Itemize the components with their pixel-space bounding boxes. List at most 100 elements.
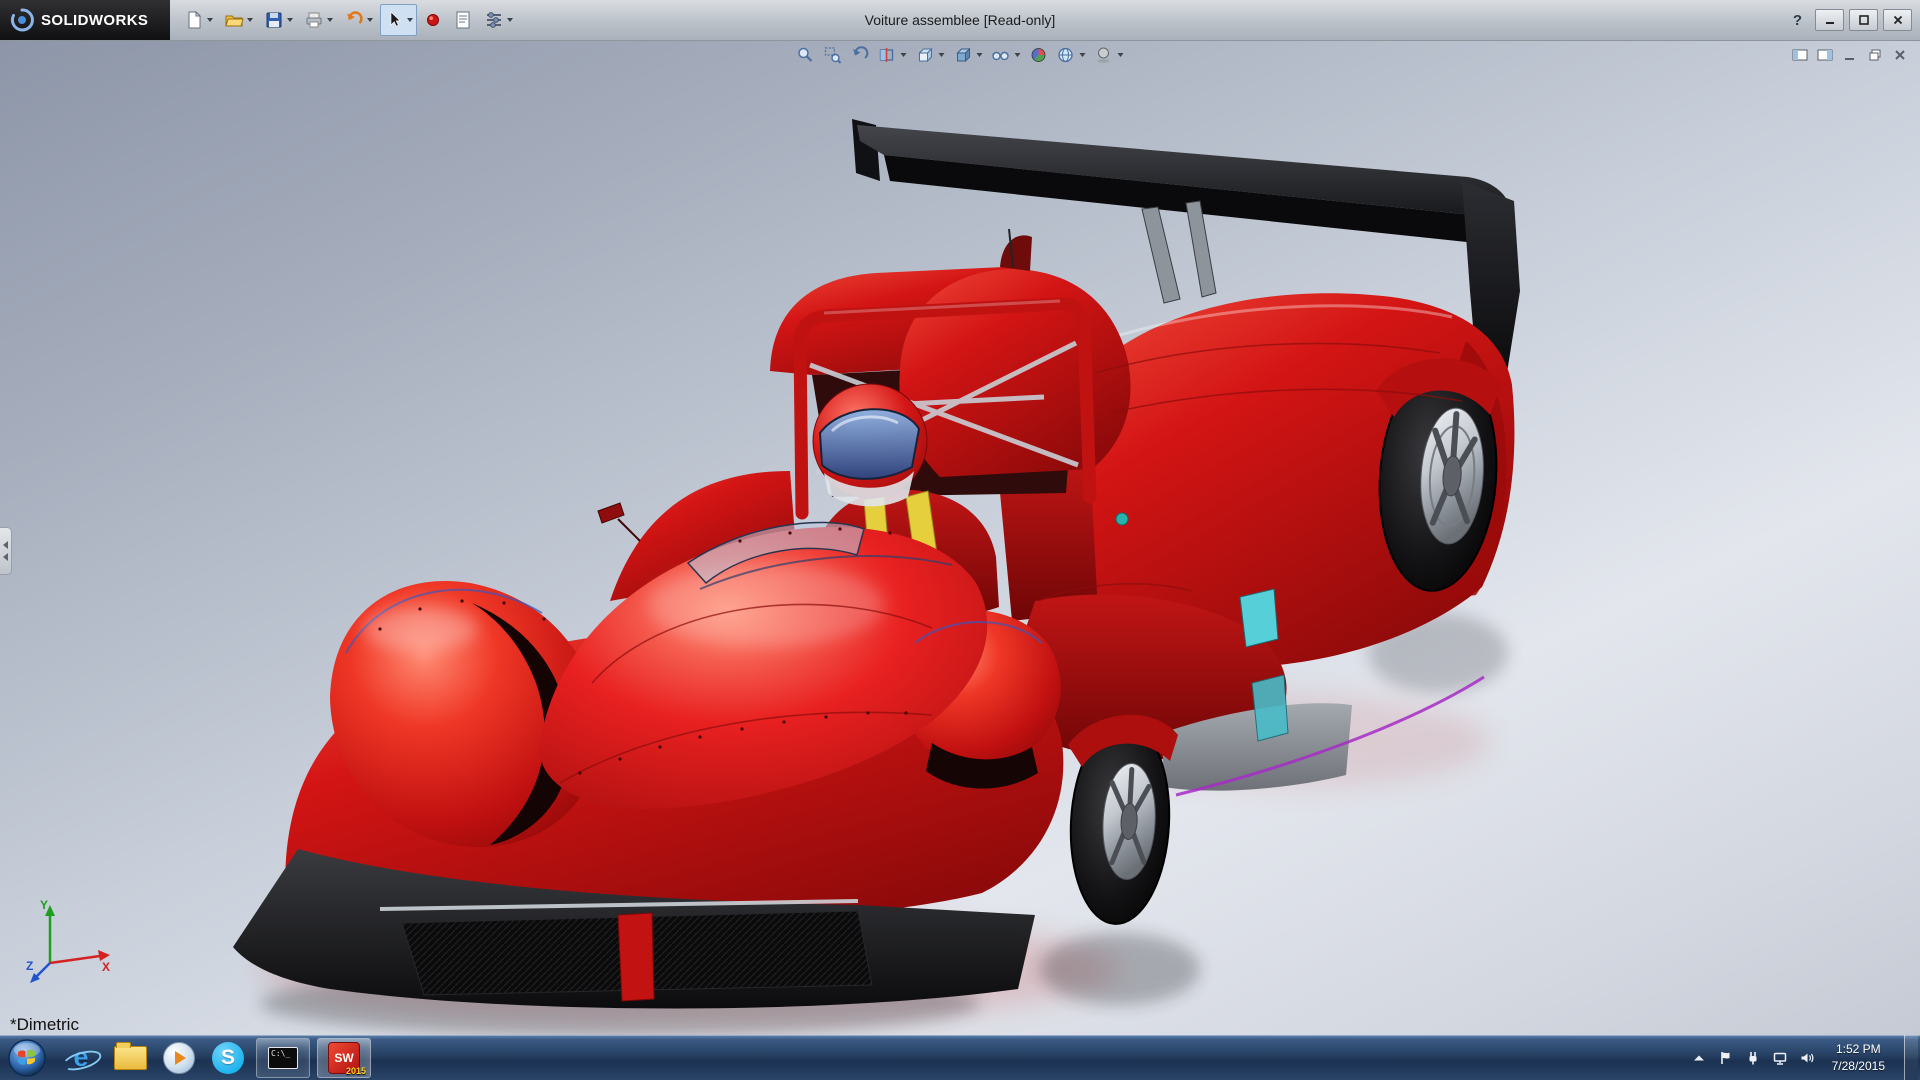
file-properties-button[interactable] [449,4,477,36]
heads-up-toolbar [795,45,1126,65]
new-document-icon [184,10,204,30]
macro-record-button[interactable] [420,4,446,36]
open-button[interactable] [220,4,257,36]
show-desktop-button[interactable] [1904,1035,1918,1080]
cmd-prompt-text: C:\_ [271,1049,290,1058]
clock-time: 1:52 PM [1832,1041,1885,1057]
titlebar: SOLIDWORKS [0,0,1920,41]
internet-explorer-icon: e [65,1042,97,1074]
help-icon[interactable]: ? [1793,12,1802,29]
caret-icon[interactable] [1080,53,1086,57]
orientation-triad: Y X Z [26,895,122,991]
sw-year-badge: 2015 [346,1066,366,1076]
display-style-button[interactable] [952,45,985,65]
caret-icon[interactable] [367,18,373,22]
feature-pane-icon[interactable] [1792,47,1808,63]
doc-close-icon[interactable] [1892,47,1908,63]
zoom-to-area-button[interactable] [822,45,844,65]
close-button[interactable] [1883,9,1912,31]
taskbar-clock[interactable]: 1:52 PM 7/28/2015 [1832,1041,1885,1073]
graphics-area[interactable]: Y X Z *Dimetric [0,41,1920,1035]
save-button[interactable] [260,4,297,36]
view-orientation-button[interactable] [914,45,947,65]
options-sliders-icon [484,10,504,30]
zoom-to-fit-button[interactable] [795,45,817,65]
new-document-button[interactable] [180,4,217,36]
doc-restore-icon[interactable] [1867,47,1883,63]
display-pane-icon[interactable] [1817,47,1833,63]
document-properties-icon [453,10,473,30]
action-center-flag-icon[interactable] [1718,1050,1734,1066]
hidden-icons-button[interactable] [1691,1050,1707,1066]
previous-view-icon [851,46,869,64]
edit-appearance-button[interactable] [1028,45,1050,65]
view-cube-icon [916,46,934,64]
caret-icon[interactable] [1118,53,1124,57]
chevron-left-icon [3,541,8,549]
doc-minimize-icon[interactable] [1842,47,1858,63]
caret-icon[interactable] [287,18,293,22]
taskbar-windows-explorer[interactable] [109,1038,151,1078]
undo-arrow-icon [344,10,364,30]
dassault-compass-icon [10,8,34,32]
scene-globe-icon [1057,46,1075,64]
caret-icon[interactable] [207,18,213,22]
media-player-icon [163,1042,195,1074]
select-button[interactable] [380,4,417,36]
triad-y-label: Y [40,898,48,912]
caret-icon[interactable] [507,18,513,22]
caret-icon[interactable] [977,53,983,57]
sw-letters: SW [334,1051,353,1065]
save-floppy-icon [264,10,284,30]
zoom-to-fit-icon [797,46,815,64]
maximize-button[interactable] [1849,9,1878,31]
windows-taskbar: e S C:\_ SW 2015 [0,1035,1920,1080]
apply-scene-button[interactable] [1055,45,1088,65]
record-dot-icon [424,11,442,29]
taskbar-skype[interactable]: S [207,1038,249,1078]
command-prompt-icon: C:\_ [268,1047,298,1069]
section-view-button[interactable] [876,45,909,65]
open-folder-icon [224,10,244,30]
taskbar-internet-explorer[interactable]: e [60,1038,102,1078]
section-view-icon [878,46,896,64]
play-triangle-icon [175,1051,186,1065]
caret-icon[interactable] [901,53,907,57]
taskbar-command-prompt[interactable]: C:\_ [256,1038,310,1078]
glasses-icon [992,46,1010,64]
standard-toolbar [180,4,517,36]
solidworks-app-icon: SW 2015 [328,1042,360,1074]
undo-button[interactable] [340,4,377,36]
taskbar-solidworks[interactable]: SW 2015 [317,1038,371,1078]
previous-view-button[interactable] [849,45,871,65]
caret-icon[interactable] [327,18,333,22]
skype-letter: S [221,1046,235,1070]
caret-icon[interactable] [247,18,253,22]
options-button[interactable] [480,4,517,36]
skype-icon: S [212,1042,244,1074]
caret-icon[interactable] [407,18,413,22]
network-icon[interactable] [1772,1050,1788,1066]
print-button[interactable] [300,4,337,36]
taskbar-media-player[interactable] [158,1038,200,1078]
view-settings-icon [1095,46,1113,64]
caret-icon[interactable] [1015,53,1021,57]
caret-icon[interactable] [939,53,945,57]
print-icon [304,10,324,30]
folder-icon [114,1046,147,1070]
document-window-controls [1792,47,1908,63]
featuremanager-flyout-handle[interactable] [0,527,12,575]
power-plug-icon[interactable] [1745,1050,1761,1066]
minimize-button[interactable] [1815,9,1844,31]
system-tray: 1:52 PM 7/28/2015 [1691,1035,1920,1080]
view-settings-button[interactable] [1093,45,1126,65]
view-orientation-label: *Dimetric [10,1015,79,1035]
model-race-car[interactable] [0,41,1920,1035]
volume-icon[interactable] [1799,1050,1815,1066]
solidworks-window: SOLIDWORKS [0,0,1920,1080]
hide-show-items-button[interactable] [990,45,1023,65]
window-title: Voiture assemblee [Read-only] [865,12,1056,28]
appearance-ball-icon [1030,46,1048,64]
pinned-apps: e S C:\_ SW 2015 [60,1038,371,1078]
start-button[interactable] [6,1037,48,1079]
